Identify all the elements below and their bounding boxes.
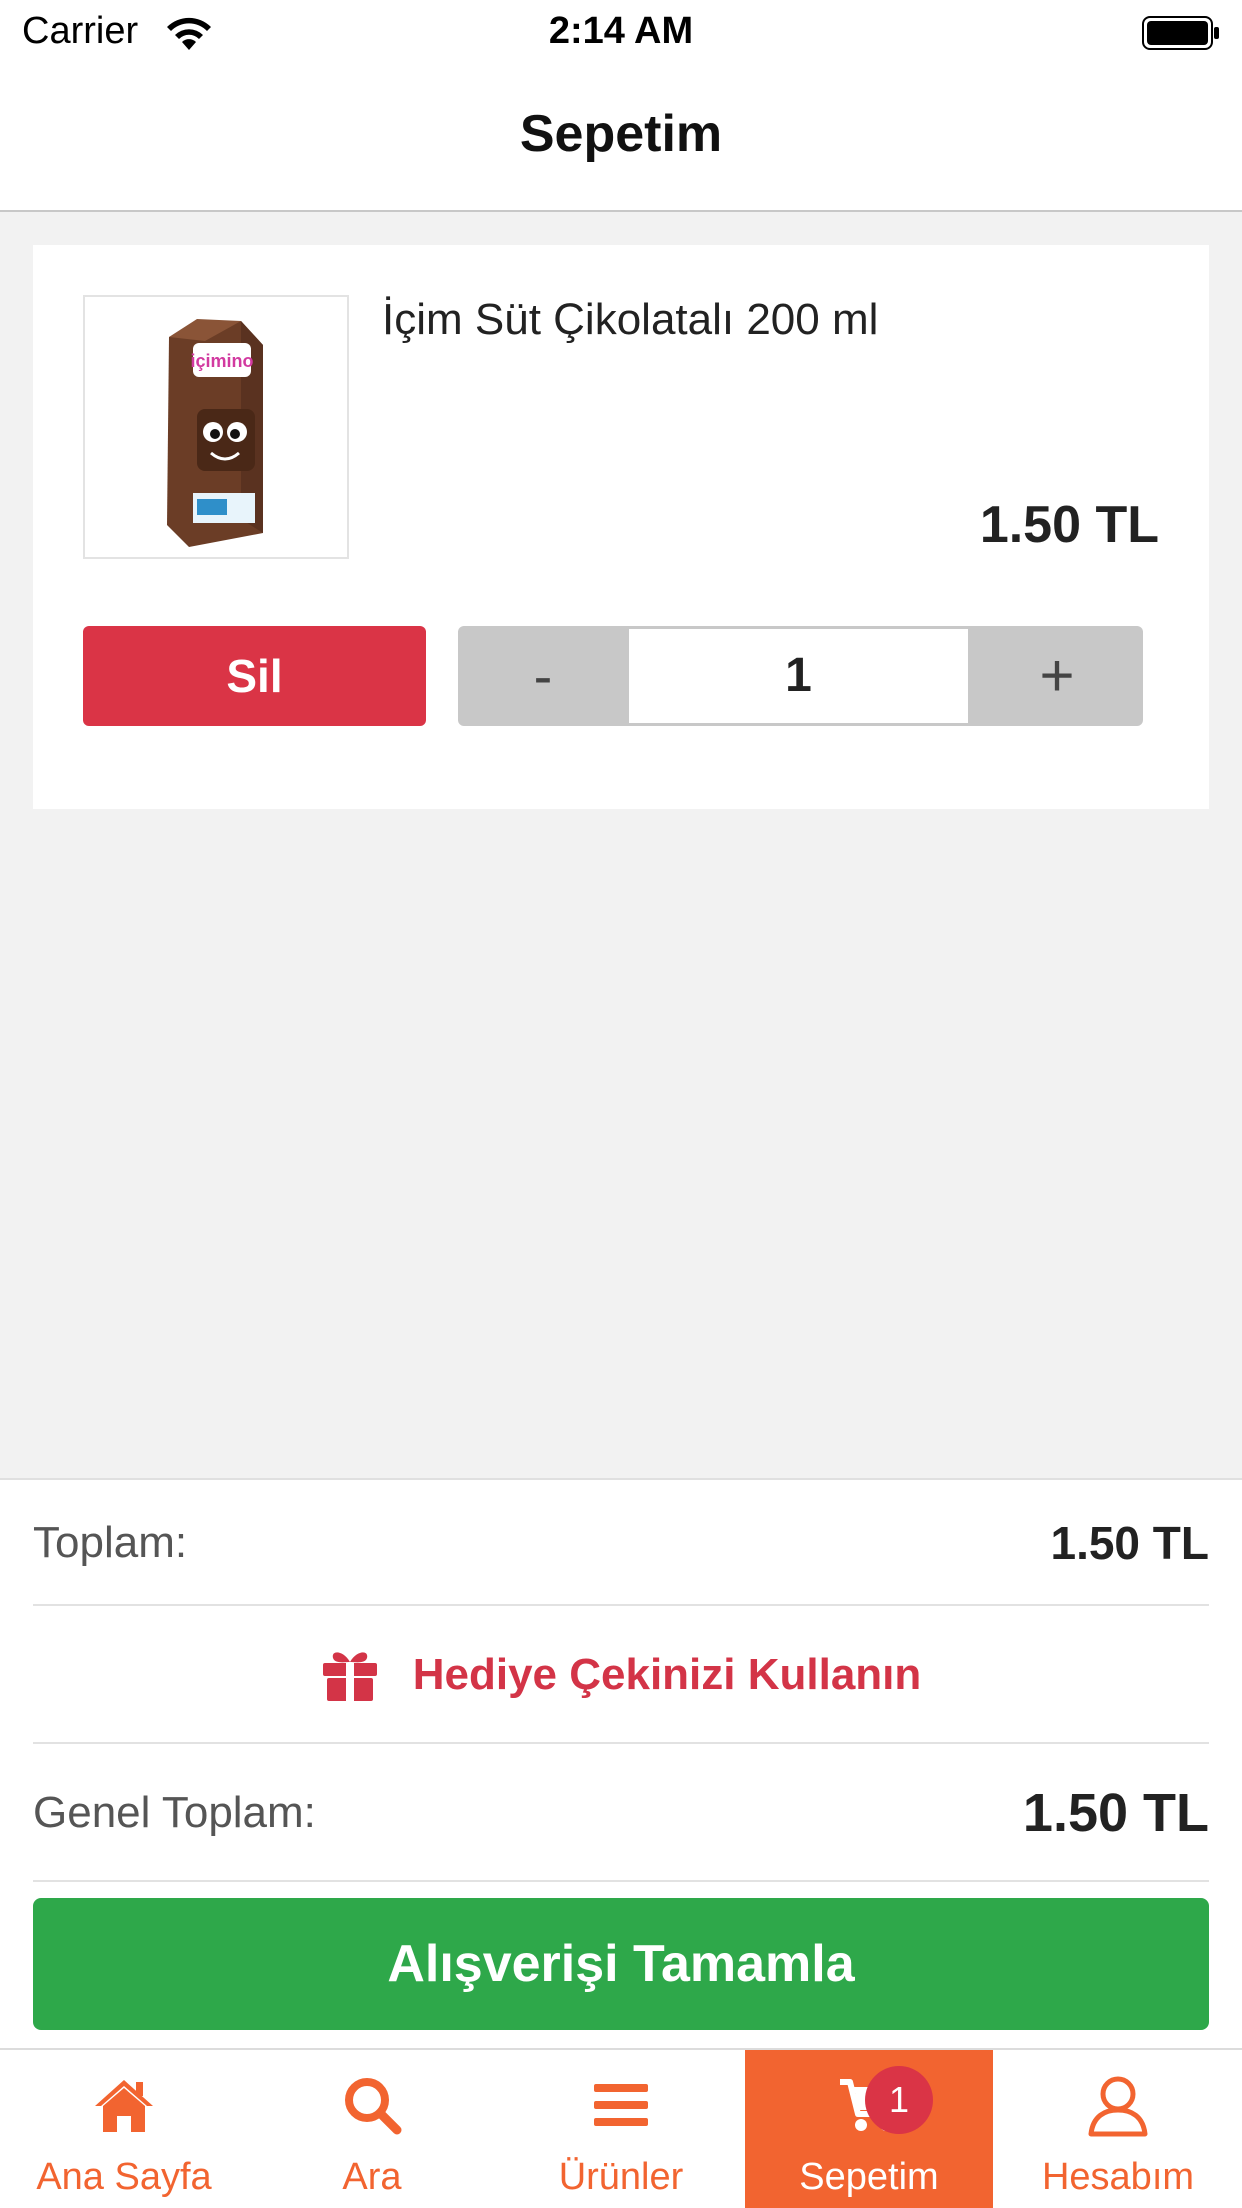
tab-products[interactable]: Ürünler [497, 2050, 745, 2208]
chocolate-milk-carton-image: içimino [167, 319, 263, 547]
grand-total-row: Genel Toplam: 1.50 TL [33, 1744, 1209, 1882]
quantity-value[interactable]: 1 [629, 629, 968, 723]
subtotal-row: Toplam: 1.50 TL [33, 1480, 1209, 1606]
decrease-quantity-button[interactable]: - [458, 626, 628, 726]
tab-label-home: Ana Sayfa [36, 2156, 212, 2198]
tab-account[interactable]: Hesabım [994, 2050, 1242, 2208]
status-time: 2:14 AM [548, 10, 694, 52]
quantity-stepper: - 1 + [458, 626, 1143, 726]
order-summary: Toplam: 1.50 TL Hediye Çekinizi Kullanın… [0, 1478, 1242, 2048]
search-icon [345, 2078, 402, 2135]
increase-quantity-button[interactable]: + [971, 626, 1143, 726]
cart-item-card: içimino İçim Süt Çikolatalı 200 ml 1.50 … [33, 245, 1209, 809]
checkout-button[interactable]: Alışverişi Tamamla [33, 1898, 1209, 2030]
page-title: Sepetim [519, 105, 723, 163]
gift-voucher-link[interactable]: Hediye Çekinizi Kullanın [321, 1648, 922, 1702]
cart-count-badge: 1 [865, 2066, 933, 2134]
home-icon [95, 2080, 153, 2132]
svg-text:içimino: içimino [190, 351, 253, 371]
navigation-bar: Sepetim [0, 66, 1242, 212]
grand-total-label: Genel Toplam: [33, 1788, 316, 1837]
product-price: 1.50 TL [979, 496, 1159, 554]
tab-label-account: Hesabım [1041, 2156, 1195, 2198]
tab-cart[interactable]: 1 Sepetim [745, 2050, 993, 2208]
tab-label-cart: Sepetim [799, 2156, 939, 2198]
gift-voucher-label: Hediye Çekinizi Kullanın [412, 1650, 922, 1699]
tab-home[interactable]: Ana Sayfa [0, 2050, 248, 2208]
tab-bar: Ana Sayfa Ara Ürünler 1 Sepetim Hesabım [0, 2048, 1242, 2208]
status-bar: Carrier 2:14 AM [0, 0, 1242, 66]
tab-search[interactable]: Ara [248, 2050, 496, 2208]
subtotal-label: Toplam: [33, 1518, 188, 1567]
gift-voucher-row: Hediye Çekinizi Kullanın [33, 1606, 1209, 1744]
user-icon [1088, 2076, 1148, 2137]
gift-icon [322, 1652, 377, 1701]
grand-total-value: 1.50 TL [1022, 1783, 1209, 1843]
product-image[interactable]: içimino [83, 295, 349, 559]
battery-icon [1142, 16, 1219, 50]
tab-label-products: Ürünler [558, 2156, 684, 2198]
subtotal-value: 1.50 TL [1050, 1517, 1209, 1569]
menu-icon [594, 2084, 648, 2126]
product-name: İçim Süt Çikolatalı 200 ml [382, 295, 879, 344]
delete-button[interactable]: Sil [83, 626, 426, 726]
tab-label-search: Ara [342, 2156, 402, 2198]
